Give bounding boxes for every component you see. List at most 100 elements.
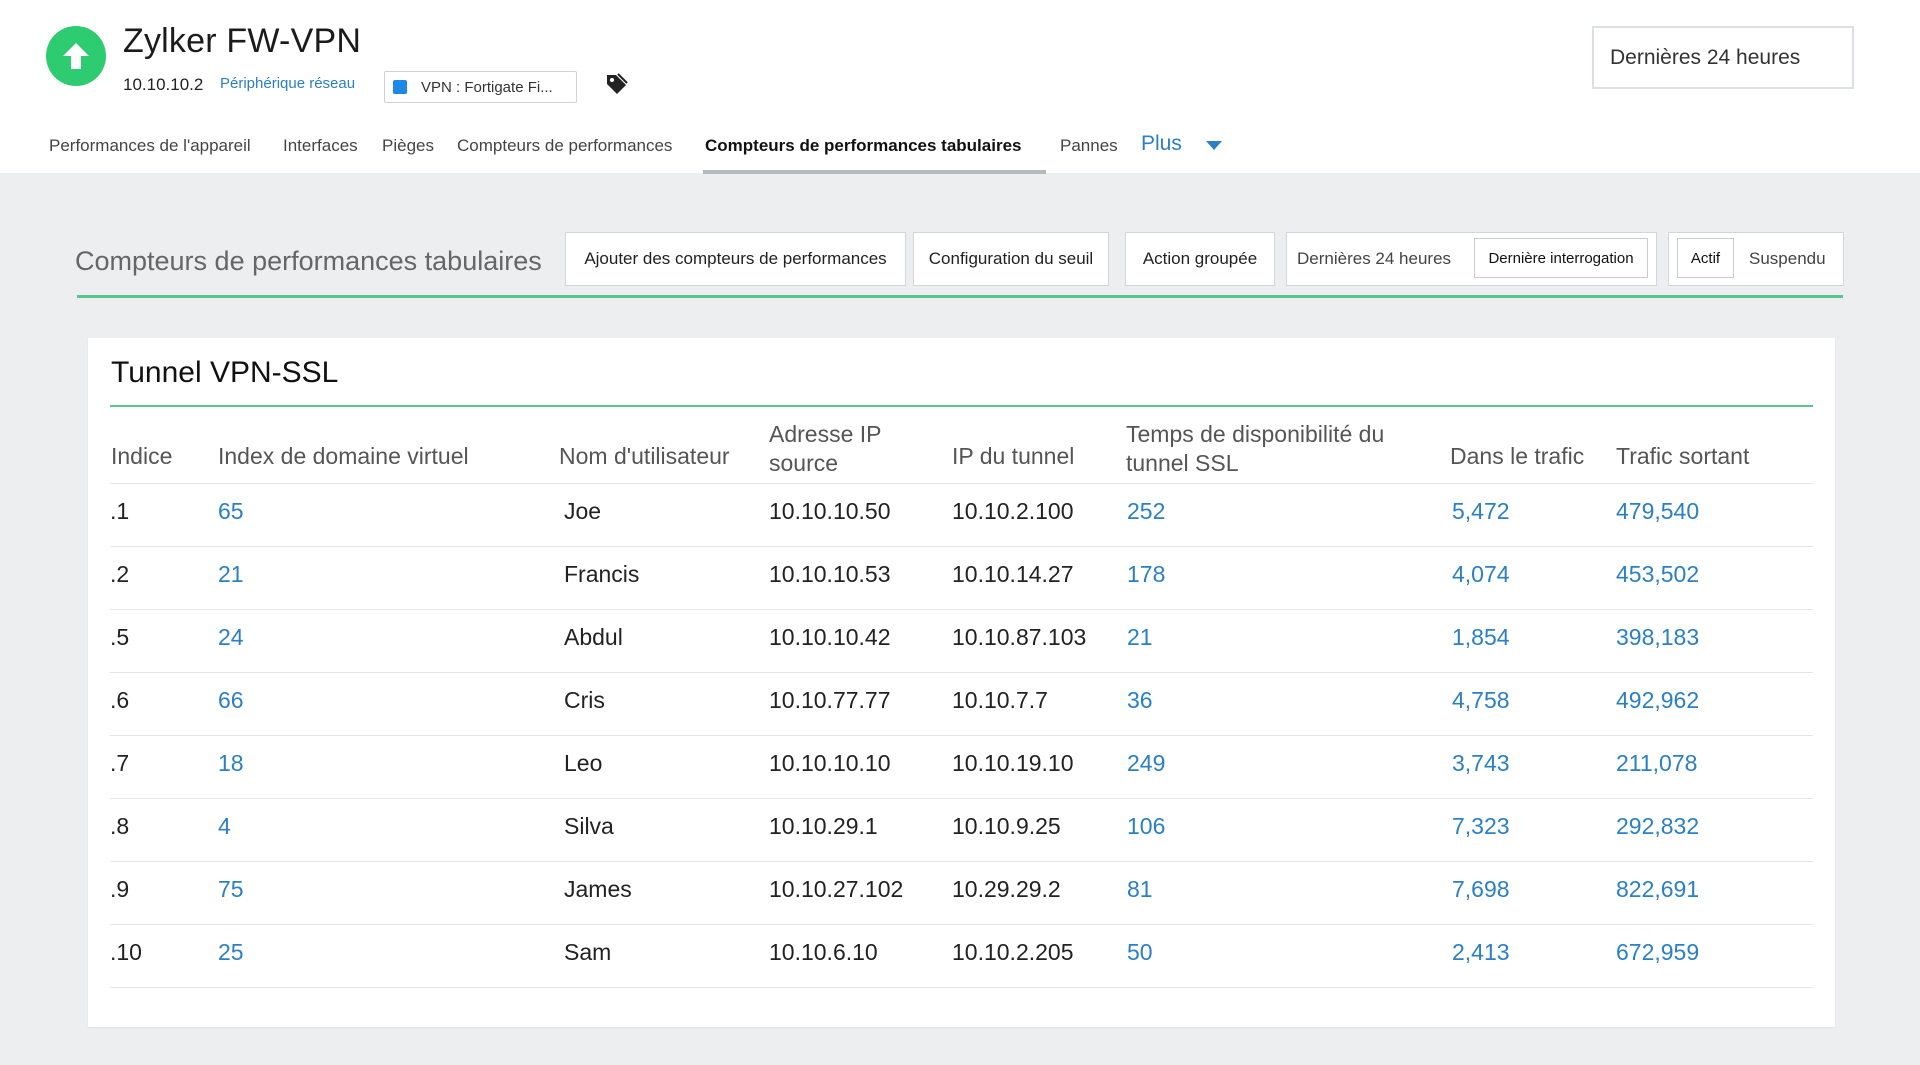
cell-index: .7 <box>110 750 130 776</box>
time-range-select[interactable]: Dernières 24 heures <box>1592 26 1854 89</box>
tag-icon[interactable] <box>604 72 628 96</box>
cell-tunnel-ip: 10.10.14.27 <box>952 561 1074 587</box>
range-option-last-poll[interactable]: Dernière interrogation <box>1474 238 1648 278</box>
cell-traffic-in[interactable]: 3,743 <box>1452 750 1510 777</box>
cell-tunnel-ip: 10.29.29.2 <box>952 876 1061 902</box>
cell-traffic-in[interactable]: 7,698 <box>1452 876 1510 903</box>
state-option-suspended[interactable]: Suspendu <box>1749 233 1826 285</box>
device-tabs: Performances de l'appareil Interfaces Pi… <box>0 130 1920 174</box>
cell-username: Cris <box>564 687 605 713</box>
cell-tunnel-ip: 10.10.2.205 <box>952 939 1074 965</box>
cell-vdom-index[interactable]: 24 <box>218 624 244 651</box>
table-row: .9 75 James 10.10.27.102 10.29.29.2 81 7,698 82… <box>110 862 1813 925</box>
cell-source-ip: 10.10.27.102 <box>769 876 904 902</box>
cell-source-ip: 10.10.29.1 <box>769 813 878 839</box>
state-option-active[interactable]: Actif <box>1677 238 1734 278</box>
cell-username: Silva <box>564 813 614 839</box>
tab-more[interactable]: Plus <box>1141 132 1182 156</box>
cell-username: Joe <box>564 498 602 524</box>
table-row: .10 25 Sam 10.10.6.10 10.10.2.205 50 2,413 672,… <box>110 925 1813 988</box>
column-header-source-ip: Adresse IP source <box>769 421 882 476</box>
cell-tunnel-ip: 10.10.19.10 <box>952 750 1074 776</box>
cell-source-ip: 10.10.6.10 <box>769 939 878 965</box>
vpn-category-chip[interactable]: VPN : Fortigate Fi... <box>384 71 577 103</box>
cell-traffic-in[interactable]: 2,413 <box>1452 939 1510 966</box>
cell-vdom-index[interactable]: 65 <box>218 498 244 525</box>
section-divider <box>77 295 1843 298</box>
cell-ssl-uptime[interactable]: 249 <box>1127 750 1165 777</box>
cell-index: .5 <box>110 624 130 650</box>
tab-tabular-performance-counters[interactable]: Compteurs de performances tabulaires <box>705 136 1021 156</box>
table-row: .2 21 Francis 10.10.10.53 10.10.14.27 178 4,07… <box>110 547 1813 610</box>
cell-index: .9 <box>110 876 130 902</box>
cell-traffic-out[interactable]: 672,959 <box>1616 939 1699 966</box>
tab-device-performance[interactable]: Performances de l'appareil <box>49 136 251 156</box>
device-header: Zylker FW-VPN 10.10.10.2 Périphérique ré… <box>0 0 1920 174</box>
table-title: Tunnel VPN-SSL <box>111 356 339 389</box>
cell-index: .8 <box>110 813 130 839</box>
cell-username: Sam <box>564 939 612 965</box>
cell-source-ip: 10.10.77.77 <box>769 687 891 713</box>
section-title: Compteurs de performances tabulaires <box>75 246 542 276</box>
cell-traffic-in[interactable]: 5,472 <box>1452 498 1510 525</box>
cell-traffic-in[interactable]: 4,758 <box>1452 687 1510 714</box>
cell-vdom-index[interactable]: 21 <box>218 561 244 588</box>
cell-username: Leo <box>564 750 603 776</box>
cell-vdom-index[interactable]: 18 <box>218 750 244 777</box>
cell-traffic-out[interactable]: 211,078 <box>1616 750 1697 777</box>
cell-vdom-index[interactable]: 75 <box>218 876 244 903</box>
cell-traffic-in[interactable]: 7,323 <box>1452 813 1510 840</box>
cell-ssl-uptime[interactable]: 36 <box>1127 687 1153 714</box>
cell-tunnel-ip: 10.10.87.103 <box>952 624 1087 650</box>
cell-vdom-index[interactable]: 25 <box>218 939 244 966</box>
threshold-config-button[interactable]: Configuration du seuil <box>913 232 1109 286</box>
table-row: .5 24 Abdul 10.10.10.42 10.10.87.103 21 1,854 3… <box>110 610 1813 673</box>
tab-traps[interactable]: Pièges <box>382 136 434 156</box>
cell-traffic-in[interactable]: 4,074 <box>1452 561 1510 588</box>
table-card: Tunnel VPN-SSL Indice Index de domaine v… <box>88 338 1835 1027</box>
cell-tunnel-ip: 10.10.2.100 <box>952 498 1074 524</box>
tab-faults[interactable]: Pannes <box>1060 136 1118 156</box>
vpn-color-icon <box>393 80 407 94</box>
cell-index: .6 <box>110 687 130 713</box>
column-header-vdom-index: Index de domaine virtuel <box>218 443 469 469</box>
active-tab-indicator <box>703 170 1046 174</box>
cell-tunnel-ip: 10.10.7.7 <box>952 687 1048 713</box>
cell-source-ip: 10.10.10.53 <box>769 561 891 587</box>
table-title-divider <box>110 405 1813 407</box>
cell-username: Francis <box>564 561 640 587</box>
cell-vdom-index[interactable]: 4 <box>218 813 231 840</box>
cell-traffic-out[interactable]: 453,502 <box>1616 561 1699 588</box>
cell-source-ip: 10.10.10.50 <box>769 498 891 524</box>
column-header-index: Indice <box>111 443 173 469</box>
cell-vdom-index[interactable]: 66 <box>218 687 244 714</box>
range-option-24h[interactable]: Dernières 24 heures <box>1297 233 1451 285</box>
cell-ssl-uptime[interactable]: 178 <box>1127 561 1165 588</box>
cell-traffic-out[interactable]: 822,691 <box>1616 876 1699 903</box>
cell-ssl-uptime[interactable]: 50 <box>1127 939 1153 966</box>
cell-ssl-uptime[interactable]: 252 <box>1127 498 1165 525</box>
device-type-link[interactable]: Périphérique réseau <box>220 75 355 92</box>
cell-ssl-uptime[interactable]: 81 <box>1127 876 1153 903</box>
cell-traffic-out[interactable]: 492,962 <box>1616 687 1699 714</box>
tab-performance-counters[interactable]: Compteurs de performances <box>457 136 672 156</box>
cell-traffic-out[interactable]: 479,540 <box>1616 498 1699 525</box>
chevron-down-icon[interactable] <box>1206 141 1222 150</box>
cell-ssl-uptime[interactable]: 106 <box>1127 813 1165 840</box>
cell-traffic-out[interactable]: 292,832 <box>1616 813 1699 840</box>
column-header-tunnel-ip: IP du tunnel <box>952 443 1075 469</box>
cell-index: .2 <box>110 561 130 587</box>
cell-index: .1 <box>110 498 130 524</box>
add-counters-button[interactable]: Ajouter des compteurs de performances <box>565 232 906 286</box>
bulk-action-button[interactable]: Action groupée <box>1125 232 1275 286</box>
state-toggle: Actif Suspendu <box>1668 232 1844 286</box>
cell-traffic-in[interactable]: 1,854 <box>1452 624 1510 651</box>
cell-traffic-out[interactable]: 398,183 <box>1616 624 1699 651</box>
column-header-traffic-out: Trafic sortant <box>1616 443 1750 469</box>
status-up-icon <box>46 26 106 86</box>
cell-ssl-uptime[interactable]: 21 <box>1127 624 1153 651</box>
table-row: .1 65 Joe 10.10.10.50 10.10.2.100 252 5,472 479… <box>110 484 1813 547</box>
cell-source-ip: 10.10.10.10 <box>769 750 891 776</box>
cell-index: .10 <box>110 939 142 965</box>
tab-interfaces[interactable]: Interfaces <box>283 136 358 156</box>
